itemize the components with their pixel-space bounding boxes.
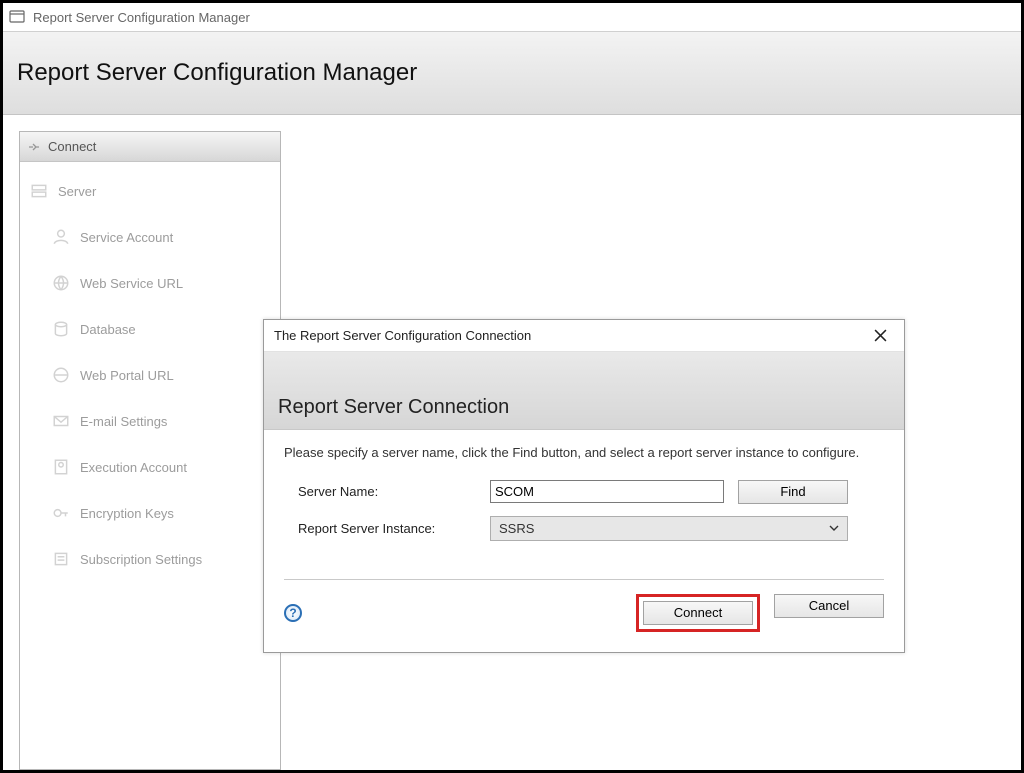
server-name-label: Server Name: <box>284 484 490 499</box>
database-icon <box>52 320 70 338</box>
sidebar-item-execution-account[interactable]: Execution Account <box>20 444 280 490</box>
sidebar-item-label: Database <box>80 322 136 337</box>
sidebar-item-label: Subscription Settings <box>80 552 202 567</box>
instance-row: Report Server Instance: SSRS <box>284 516 884 541</box>
sidebar-item-label: Web Portal URL <box>80 368 174 383</box>
dialog-titlebar: The Report Server Configuration Connecti… <box>264 320 904 352</box>
sidebar-item-web-portal-url[interactable]: Web Portal URL <box>20 352 280 398</box>
user-icon <box>52 228 70 246</box>
sidebar-item-label: Web Service URL <box>80 276 183 291</box>
page-title: Report Server Configuration Manager <box>17 59 417 87</box>
sidebar-item-label: Encryption Keys <box>80 506 174 521</box>
dialog-heading: Report Server Connection <box>278 396 509 419</box>
sidebar-item-subscription-settings[interactable]: Subscription Settings <box>20 536 280 582</box>
server-name-input[interactable] <box>490 480 724 503</box>
close-icon <box>874 329 887 342</box>
sidebar-connect[interactable]: Connect <box>20 132 280 162</box>
server-name-row: Server Name: Find <box>284 480 884 504</box>
globe-icon <box>52 274 70 292</box>
mail-icon <box>52 412 70 430</box>
sidebar-item-email-settings[interactable]: E-mail Settings <box>20 398 280 444</box>
dialog-header: Report Server Connection <box>264 352 904 430</box>
cancel-button[interactable]: Cancel <box>774 594 884 618</box>
connect-icon <box>26 139 42 155</box>
main-area: Connect Server Service Account Web Servi… <box>3 115 1021 770</box>
sidebar: Connect Server Service Account Web Servi… <box>19 131 281 770</box>
connection-dialog: The Report Server Configuration Connecti… <box>263 319 905 653</box>
globe-icon <box>52 366 70 384</box>
connect-button[interactable]: Connect <box>643 601 753 625</box>
instance-selected-value: SSRS <box>499 521 534 536</box>
header-banner: Report Server Configuration Manager <box>3 31 1021 115</box>
sidebar-item-label: Service Account <box>80 230 173 245</box>
instance-label: Report Server Instance: <box>284 521 490 536</box>
find-button[interactable]: Find <box>738 480 848 504</box>
dialog-title: The Report Server Configuration Connecti… <box>274 328 531 343</box>
sidebar-item-web-service-url[interactable]: Web Service URL <box>20 260 280 306</box>
sidebar-item-label: Execution Account <box>80 460 187 475</box>
sidebar-item-service-account[interactable]: Service Account <box>20 214 280 260</box>
dialog-instruction: Please specify a server name, click the … <box>284 444 884 462</box>
instance-select[interactable]: SSRS <box>490 516 848 541</box>
sidebar-item-label: Server <box>58 184 96 199</box>
help-icon[interactable]: ? <box>284 604 302 622</box>
chevron-down-icon <box>829 523 839 533</box>
window-title: Report Server Configuration Manager <box>33 10 250 25</box>
window-titlebar: Report Server Configuration Manager <box>3 3 1021 31</box>
sidebar-item-label: E-mail Settings <box>80 414 167 429</box>
key-icon <box>52 504 70 522</box>
dialog-body: Please specify a server name, click the … <box>264 430 904 580</box>
account-icon <box>52 458 70 476</box>
content-area: The Report Server Configuration Connecti… <box>281 131 1003 770</box>
dialog-close-button[interactable] <box>866 326 894 346</box>
app-icon <box>9 9 25 25</box>
sidebar-item-encryption-keys[interactable]: Encryption Keys <box>20 490 280 536</box>
server-icon <box>30 182 48 200</box>
sidebar-item-database[interactable]: Database <box>20 306 280 352</box>
sidebar-item-server[interactable]: Server <box>20 168 280 214</box>
connect-highlight: Connect <box>636 594 760 632</box>
subscription-icon <box>52 550 70 568</box>
dialog-footer: ? Connect Cancel <box>264 580 904 652</box>
sidebar-connect-label: Connect <box>48 139 96 154</box>
